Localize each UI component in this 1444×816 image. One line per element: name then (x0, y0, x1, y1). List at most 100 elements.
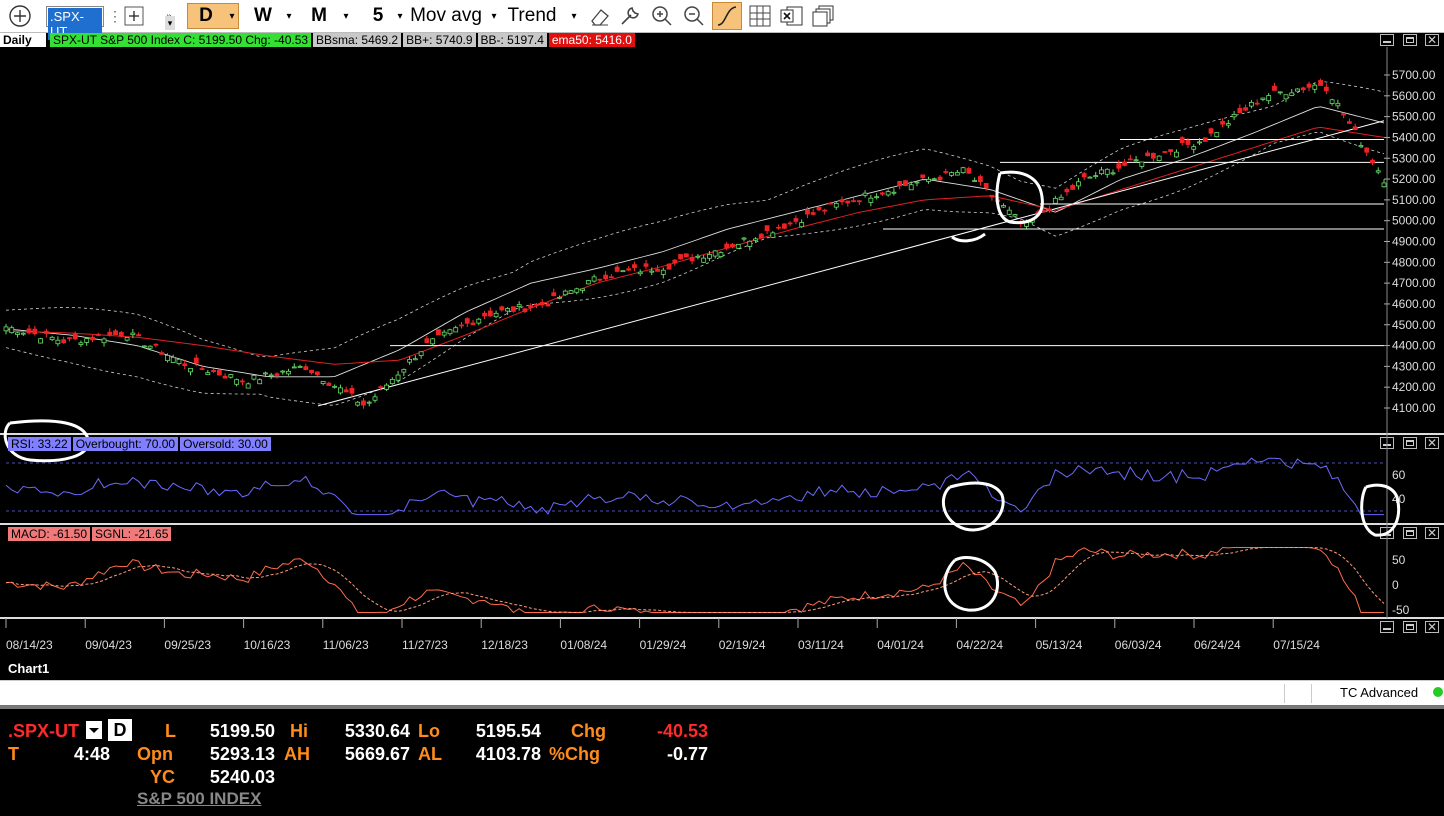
candle-body (1197, 141, 1202, 144)
add-icon[interactable] (6, 0, 34, 32)
tab-chart1[interactable]: Chart1 (8, 661, 49, 676)
bbplus-tag[interactable]: BB+: 5740.9 (403, 33, 476, 47)
date-tick-label: 01/29/24 (640, 638, 687, 652)
symbol-input[interactable]: .SPX-UT (46, 6, 104, 40)
symbol-dropdown-icon[interactable] (86, 721, 102, 739)
zoom-out-icon[interactable] (680, 0, 708, 32)
chevron-down-icon[interactable]: ▾ (340, 0, 352, 32)
candle-body (343, 389, 349, 393)
candle-body (67, 337, 72, 340)
candle-body (1329, 99, 1335, 104)
candle-body (1104, 168, 1110, 175)
candle-body (1260, 97, 1266, 100)
maximize-button[interactable] (1403, 34, 1417, 46)
zoom-in-icon[interactable] (648, 0, 676, 32)
candle-body (851, 200, 856, 203)
candle-body (695, 255, 701, 258)
eraser-icon[interactable] (586, 0, 614, 32)
chevron-down-icon[interactable]: ▾ (568, 0, 580, 32)
chevron-down-icon[interactable]: ▾ (488, 0, 500, 32)
candle-body (1070, 185, 1076, 190)
minimize-button[interactable] (1380, 34, 1394, 46)
annotation-circle (1360, 483, 1400, 537)
macd-tag[interactable]: MACD: -61.50 (8, 527, 91, 541)
grid-icon[interactable] (746, 0, 774, 32)
date-tick-label: 01/08/24 (560, 638, 607, 652)
candle-body (816, 206, 822, 211)
candle-body (793, 218, 799, 222)
quote-symbol[interactable]: .SPX-UT (8, 721, 79, 742)
candle-body (1300, 87, 1306, 91)
al-label: AL (418, 744, 442, 764)
candle-body (1145, 152, 1151, 157)
candle-body (874, 196, 880, 199)
bb-sma-line (5, 106, 1385, 378)
rsi-tag[interactable]: RSI: 33.22 (8, 437, 71, 451)
signal-tag[interactable]: SGNL: -21.65 (92, 527, 172, 541)
candle-body (856, 200, 862, 203)
candle-body (170, 356, 176, 363)
chevron-down-icon[interactable]: ▾ (226, 0, 238, 32)
chevron-down-icon[interactable]: ▾ (283, 0, 295, 32)
timeframe-label: Daily (0, 33, 46, 47)
period-weekly-button[interactable]: W (248, 0, 278, 32)
candle-body (1076, 181, 1081, 187)
candle-body (459, 324, 464, 327)
date-tick-label: 02/19/24 (719, 638, 766, 652)
candle-body (879, 192, 885, 195)
candle-body (643, 263, 649, 267)
candle-body (1162, 151, 1168, 153)
candle-body (153, 343, 159, 346)
instrument-name-link[interactable]: S&P 500 INDEX (137, 789, 261, 809)
candle-body (730, 243, 735, 248)
dropdown-arrow-icon[interactable]: ▾ (165, 16, 175, 30)
candle-body (101, 338, 107, 344)
trend-menu[interactable]: Trend (504, 0, 560, 32)
windows-icon[interactable] (810, 0, 838, 32)
bbminus-tag[interactable]: BB-: 5197.4 (477, 33, 547, 47)
frame-icon[interactable] (123, 0, 145, 32)
date-tick-label: 04/01/24 (877, 638, 924, 652)
interval-button[interactable]: 5 (368, 0, 388, 32)
period-d-button[interactable]: D (108, 719, 132, 741)
candle-body (1099, 169, 1104, 175)
draw-line-icon[interactable] (712, 2, 742, 30)
chevron-down-icon[interactable]: ▾ (394, 0, 406, 32)
bbsma-tag[interactable]: BBsma: 5469.2 (313, 33, 402, 47)
quote-tag[interactable]: SPX-UT S&P 500 Index C: 5199.50 Chg: -40… (50, 33, 312, 47)
ema-tag[interactable]: ema50: 5416.0 (548, 33, 635, 47)
candle-body (407, 359, 412, 363)
pct-change-value: -0.77 (666, 744, 708, 764)
candle-body (280, 370, 286, 373)
price-tick-label: 5200.00 (1392, 172, 1436, 186)
price-tick-label: 5300.00 (1392, 151, 1436, 165)
price-tick-label: 5700.00 (1392, 68, 1436, 82)
excel-icon[interactable] (778, 0, 806, 32)
candle-body (678, 254, 683, 260)
price-chart[interactable]: 5700.00 5600.00 5500.00 5400.00 5300.00 5200.… (0, 47, 1444, 680)
period-monthly-button[interactable]: M (304, 0, 334, 32)
overbought-tag[interactable]: Overbought: 70.00 (72, 437, 179, 451)
candle-body (95, 333, 101, 336)
macd-tick-label: -50 (1392, 603, 1410, 617)
close-button[interactable]: ✕ (1425, 34, 1439, 46)
oversold-tag[interactable]: Oversold: 30.00 (180, 437, 271, 451)
candle-body (545, 303, 551, 307)
candle-body (1208, 128, 1214, 134)
change-value: -40.53 (656, 721, 708, 741)
studies-menu[interactable]: Mov avg (408, 0, 484, 32)
candle-body (1318, 80, 1323, 86)
candle-body (470, 322, 476, 326)
macd-panel (5, 546, 1385, 614)
candle-body (20, 332, 26, 335)
period-daily-label[interactable]: D (190, 0, 222, 32)
date-tick-label: 11/27/23 (402, 638, 448, 652)
candle-body (1283, 94, 1289, 100)
candle-body (580, 288, 585, 291)
date-tick-label: 04/22/24 (956, 638, 1003, 652)
candle-body (441, 331, 447, 336)
wrench-icon[interactable] (616, 0, 644, 32)
tc-advanced-tab[interactable]: TC Advanced (1340, 685, 1418, 700)
candle-body (1191, 146, 1197, 150)
change-label: Chg (571, 721, 606, 741)
